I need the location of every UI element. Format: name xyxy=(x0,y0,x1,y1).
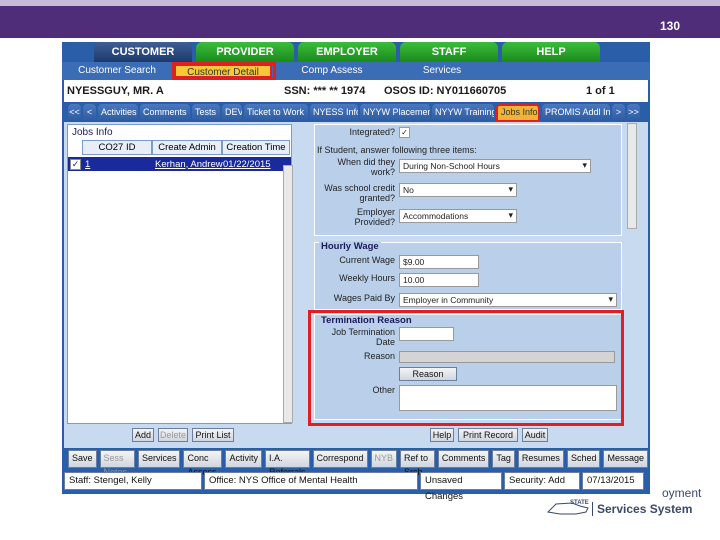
employer-provided-label: Employer Provided? xyxy=(354,207,395,227)
correspond-button[interactable]: Correspond xyxy=(312,450,368,468)
tab-nyess-info[interactable]: NYESS Info xyxy=(310,104,358,122)
logo-state: STATE xyxy=(570,500,589,506)
jobs-scrollbar[interactable] xyxy=(283,165,293,423)
tab-tests[interactable]: Tests xyxy=(192,104,220,122)
col-header-co27-id[interactable]: CO27 ID xyxy=(82,140,152,155)
row-id-link[interactable]: 1 xyxy=(85,159,155,170)
paid-by-label: Wages Paid By xyxy=(333,293,395,303)
status-security: Security: Add xyxy=(504,472,580,490)
student-note: If Student, answer following three items… xyxy=(317,145,477,155)
integrated-checkbox[interactable]: ✓ xyxy=(399,127,410,138)
tab-next-arrow[interactable]: > xyxy=(612,104,625,122)
save-button[interactable]: Save xyxy=(68,450,97,468)
logo-text-top: oyment xyxy=(662,486,702,500)
status-bar: Staff: Stengel, Kelly Office: NYS Office… xyxy=(64,472,648,502)
school-credit-select[interactable]: No xyxy=(399,183,517,197)
tab-jobs-info[interactable]: Jobs Info xyxy=(496,104,540,122)
current-wage-field[interactable]: $9.00 xyxy=(399,255,479,269)
tab-prev-arrow[interactable]: < xyxy=(83,104,96,122)
activity-button[interactable]: Activity xyxy=(225,450,262,468)
bottom-toolbar: Save Sess Notes Services Conc Assess Act… xyxy=(64,450,648,477)
message-button[interactable]: Message xyxy=(603,450,648,468)
jobs-table-header: CO27 ID Create Admin Creation Time xyxy=(82,140,291,155)
status-office: Office: NYS Office of Mental Health xyxy=(204,472,418,490)
services-button[interactable]: Services xyxy=(137,450,181,468)
main-tab-provider[interactable]: PROVIDER xyxy=(196,42,294,62)
slide-header-bar: 130 xyxy=(0,0,720,38)
employment-group: Integrated? ✓ If Student, answer followi… xyxy=(314,123,637,236)
tab-nyyw-training[interactable]: NYYW Training xyxy=(432,104,494,122)
tab-nyyw-placement[interactable]: NYYW Placement xyxy=(360,104,430,122)
resumes-button[interactable]: Resumes xyxy=(517,450,564,468)
main-tab-customer[interactable]: CUSTOMER xyxy=(94,42,192,62)
tab-activities[interactable]: Activities xyxy=(98,104,138,122)
hourly-wage-title: Hourly Wage xyxy=(319,241,381,252)
when-worked-label: When did they work? xyxy=(337,157,395,177)
sub-tab-comp-assess[interactable]: Comp Assess xyxy=(272,62,392,80)
current-wage-label: Current Wage xyxy=(339,255,395,265)
main-tab-staff[interactable]: STAFF xyxy=(400,42,498,62)
school-credit-label: Was school credit granted? xyxy=(324,183,395,203)
sub-tab-services[interactable]: Services xyxy=(392,62,492,80)
logo-services-system: Services System xyxy=(592,502,692,516)
tag-button[interactable]: Tag xyxy=(492,450,515,468)
print-list-button[interactable]: Print List xyxy=(192,428,234,442)
ref-to-srch-button[interactable]: Ref to Srch xyxy=(400,450,435,477)
ia-referrals-button[interactable]: I.A. Referrals xyxy=(265,450,310,477)
content-area: Jobs Info CO27 ID Create Admin Creation … xyxy=(64,122,648,448)
sess-notes-button[interactable]: Sess Notes xyxy=(99,450,135,477)
col-header-create-admin[interactable]: Create Admin xyxy=(152,140,222,155)
delete-button[interactable]: Delete xyxy=(158,428,188,442)
audit-button[interactable]: Audit xyxy=(522,428,548,442)
col-header-creation-time[interactable]: Creation Time xyxy=(222,140,290,155)
detail-tabs: << < Activities Comments Tests DEV Ticke… xyxy=(64,104,648,122)
nyb-button[interactable]: NYB xyxy=(370,450,398,468)
conc-assess-button[interactable]: Conc Assess xyxy=(183,450,223,477)
form-scrollbar[interactable] xyxy=(627,123,637,229)
comments-button[interactable]: Comments xyxy=(437,450,490,468)
employer-provided-select[interactable]: Accommodations xyxy=(399,209,517,223)
hourly-wage-group: Hourly Wage Current Wage $9.00 Weekly Ho… xyxy=(314,241,622,310)
customer-detail-highlight xyxy=(172,62,276,80)
sched-button[interactable]: Sched xyxy=(566,450,601,468)
add-button[interactable]: Add xyxy=(132,428,154,442)
status-date: 07/13/2015 xyxy=(582,472,644,490)
sub-tabs: Customer Search Customer Detail Comp Ass… xyxy=(62,62,650,80)
main-tab-help[interactable]: HELP xyxy=(502,42,600,62)
tab-ticket-to-work[interactable]: Ticket to Work xyxy=(244,104,308,122)
customer-osos-id: OSOS ID: NY011660705 xyxy=(384,85,507,97)
jobs-list-panel: Jobs Info CO27 ID Create Admin Creation … xyxy=(67,124,293,424)
jobs-detail-form: Integrated? ✓ If Student, answer followi… xyxy=(296,123,637,446)
weekly-hours-field[interactable]: 10.00 xyxy=(399,273,479,287)
termination-highlight xyxy=(308,310,624,426)
help-button[interactable]: Help xyxy=(430,428,454,442)
paid-by-select[interactable]: Employer in Community xyxy=(399,293,617,307)
tab-dev[interactable]: DEV xyxy=(222,104,242,122)
jobs-list-title: Jobs Info xyxy=(72,127,113,138)
weekly-hours-label: Weekly Hours xyxy=(339,273,395,283)
sub-tab-customer-search[interactable]: Customer Search xyxy=(62,62,172,80)
integrated-label: Integrated? xyxy=(349,127,395,137)
when-worked-select[interactable]: During Non-School Hours xyxy=(399,159,591,173)
row-checkbox[interactable]: ✓ xyxy=(70,158,81,170)
tab-first-arrow[interactable]: << xyxy=(68,104,81,122)
tab-last-arrow[interactable]: >> xyxy=(627,104,640,122)
customer-name: NYESSGUY, MR. A xyxy=(67,85,164,97)
slide-number: 130 xyxy=(659,19,680,33)
row-admin-link[interactable]: Kerhan, Andrew xyxy=(155,159,223,170)
customer-bar: NYESSGUY, MR. A SSN: *** ** 1974 OSOS ID… xyxy=(64,80,648,102)
table-row[interactable]: ✓ 1 Kerhan, Andrew 01/22/2015 xyxy=(68,157,291,171)
record-count: 1 of 1 xyxy=(586,85,615,97)
status-staff: Staff: Stengel, Kelly xyxy=(64,472,202,490)
row-time-link[interactable]: 01/22/2015 xyxy=(223,159,287,170)
main-tab-employer[interactable]: EMPLOYER xyxy=(298,42,396,62)
main-tabs: CUSTOMER PROVIDER EMPLOYER STAFF HELP xyxy=(94,42,600,62)
tab-promis-addl-info[interactable]: PROMIS Addl Info xyxy=(542,104,610,122)
tab-comments[interactable]: Comments xyxy=(140,104,190,122)
app-window: CUSTOMER PROVIDER EMPLOYER STAFF HELP Cu… xyxy=(62,42,650,502)
print-record-button[interactable]: Print Record xyxy=(458,428,518,442)
status-unsaved: Unsaved Changes xyxy=(420,472,502,502)
customer-ssn: SSN: *** ** 1974 xyxy=(284,85,366,97)
